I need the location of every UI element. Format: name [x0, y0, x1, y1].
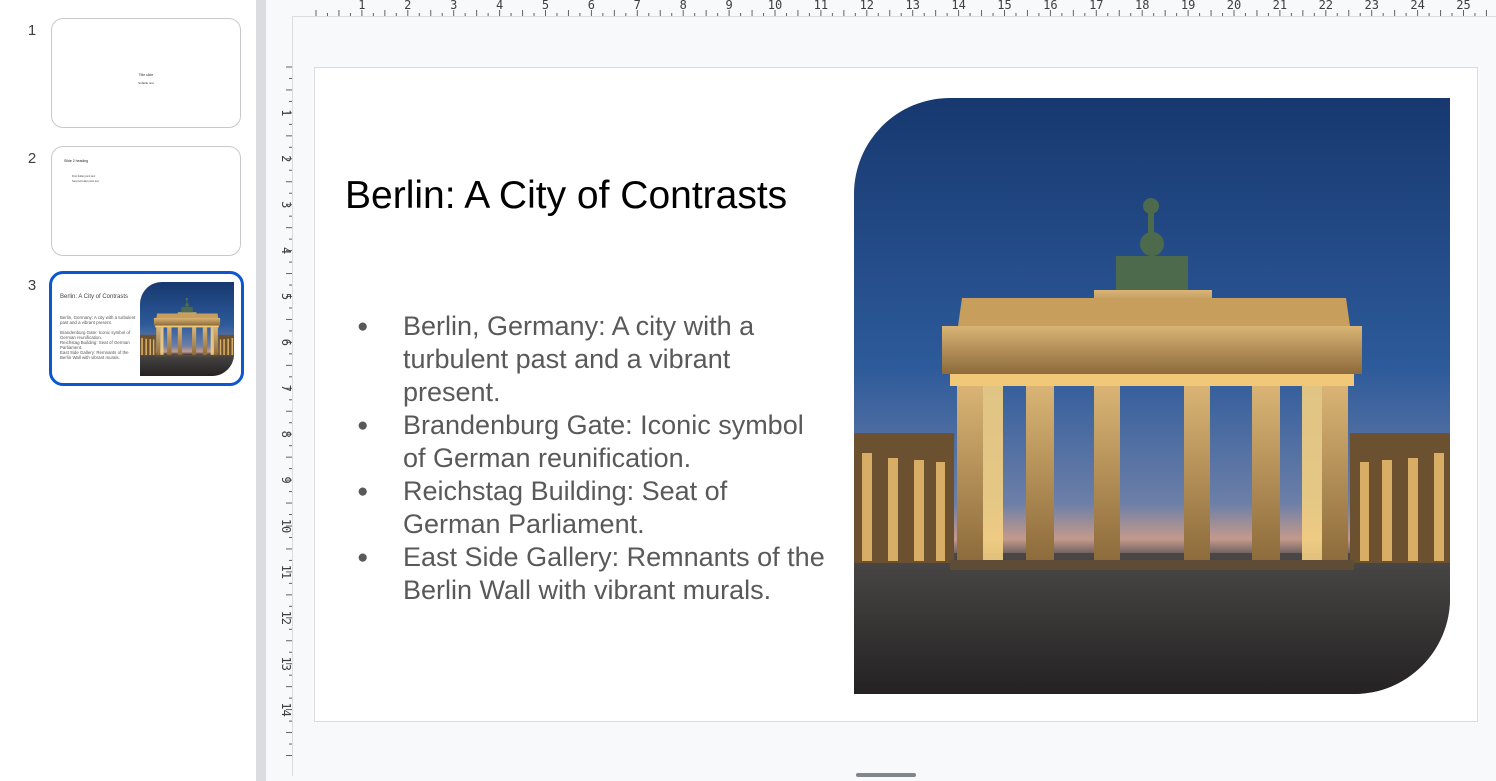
slide-thumbnail-1[interactable]: Title slide Subtitle text [51, 18, 241, 128]
ruler-label: 13 [905, 0, 919, 12]
slide-canvas[interactable]: Berlin: A City of Contrasts Berlin, Germ… [314, 67, 1478, 722]
thumb-subtitle: Subtitle text [138, 81, 154, 85]
ruler-label: 10 [768, 0, 782, 12]
ruler-label: 7 [634, 0, 641, 12]
slide-number: 1 [27, 22, 37, 39]
ruler-label: 8 [279, 431, 292, 438]
ruler-label: 7 [279, 385, 292, 392]
bullet-item: East Side Gallery: Remnants of the Berli… [357, 541, 827, 607]
ruler-label: 5 [542, 0, 549, 12]
ruler-label: 18 [1135, 0, 1149, 12]
ruler-label: 12 [860, 0, 874, 12]
slide-number: 3 [27, 277, 37, 294]
scroll-handle[interactable] [856, 773, 916, 777]
thumb-bullet: East Side Gallery: Remnants of the Berli… [60, 350, 129, 360]
ruler-label: 22 [1319, 0, 1333, 12]
slide-thumbnail-3[interactable]: Berlin: A City of Contrasts Berlin, Germ… [49, 271, 244, 386]
thumb-bullet: Second bullet point text [72, 180, 99, 183]
slide-thumbnail-2[interactable]: Slide 2 heading First bullet point text … [51, 146, 241, 256]
slide-number: 2 [27, 150, 37, 167]
slide-filmstrip: 1 Title slide Subtitle text 2 Slide 2 he… [0, 0, 256, 781]
slide-title[interactable]: Berlin: A City of Contrasts [345, 174, 787, 218]
brandenburg-gate-image[interactable] [854, 98, 1450, 694]
ruler-label: 9 [279, 476, 292, 483]
ruler-label: 11 [279, 565, 292, 579]
thumb-title: Slide 2 heading [64, 159, 89, 163]
bullet-item: Brandenburg Gate: Iconic symbol of Germa… [357, 409, 827, 475]
ruler-label: 1 [358, 0, 365, 12]
thumb-bullet: First bullet point text [72, 175, 96, 178]
thumb-image [140, 282, 234, 376]
ruler-label: 25 [1456, 0, 1470, 12]
ruler-label: 19 [1181, 0, 1195, 12]
ruler-label: 2 [279, 155, 292, 162]
ruler-label: 12 [279, 611, 292, 625]
ruler-label: 2 [404, 0, 411, 12]
ruler-label: 17 [1089, 0, 1103, 12]
ruler-label: 16 [1043, 0, 1057, 12]
ruler-label: 13 [279, 656, 292, 670]
ruler-label: 1 [279, 109, 292, 116]
thumb-bullet: Berlin, Germany: A city with a turbulent… [60, 315, 136, 325]
ruler-label: 14 [951, 0, 965, 12]
panel-divider[interactable] [256, 0, 266, 781]
ruler-border [292, 16, 1496, 17]
ruler-label: 23 [1364, 0, 1378, 12]
ruler-label: 14 [279, 702, 292, 716]
thumb-title: Berlin: A City of Contrasts [60, 294, 129, 300]
ruler-label: 3 [450, 0, 457, 12]
bullet-item: Reichstag Building: Seat of German Parli… [357, 475, 827, 541]
ruler-label: 15 [997, 0, 1011, 12]
ruler-label: 11 [814, 0, 828, 12]
ruler-label: 4 [496, 0, 503, 12]
ruler-label: 21 [1273, 0, 1287, 12]
ruler-label: 6 [588, 0, 595, 12]
ruler-label: 6 [279, 339, 292, 346]
bullet-item: Berlin, Germany: A city with a turbulent… [357, 310, 827, 409]
ruler-label: 3 [279, 201, 292, 208]
ruler-label: 8 [680, 0, 687, 12]
ruler-border [292, 16, 293, 776]
vertical-ruler[interactable]: 1 2 3 4 5 6 7 8 9 10 11 12 13 14 [266, 16, 293, 776]
ruler-label: 20 [1227, 0, 1241, 12]
ruler-label: 10 [279, 519, 292, 533]
ruler-label: 9 [725, 0, 732, 12]
ruler-label: 5 [279, 293, 292, 300]
ruler-label: 4 [279, 247, 292, 254]
thumb-title: Title slide [138, 73, 154, 77]
ruler-label: 24 [1410, 0, 1424, 12]
horizontal-ruler[interactable]: 1 2 3 4 5 6 7 8 9 10 11 12 13 14 15 16 17 18 19 20 21 22 23 24 2… [292, 0, 1496, 16]
slide-body-text[interactable]: Berlin, Germany: A city with a turbulent… [357, 310, 827, 607]
